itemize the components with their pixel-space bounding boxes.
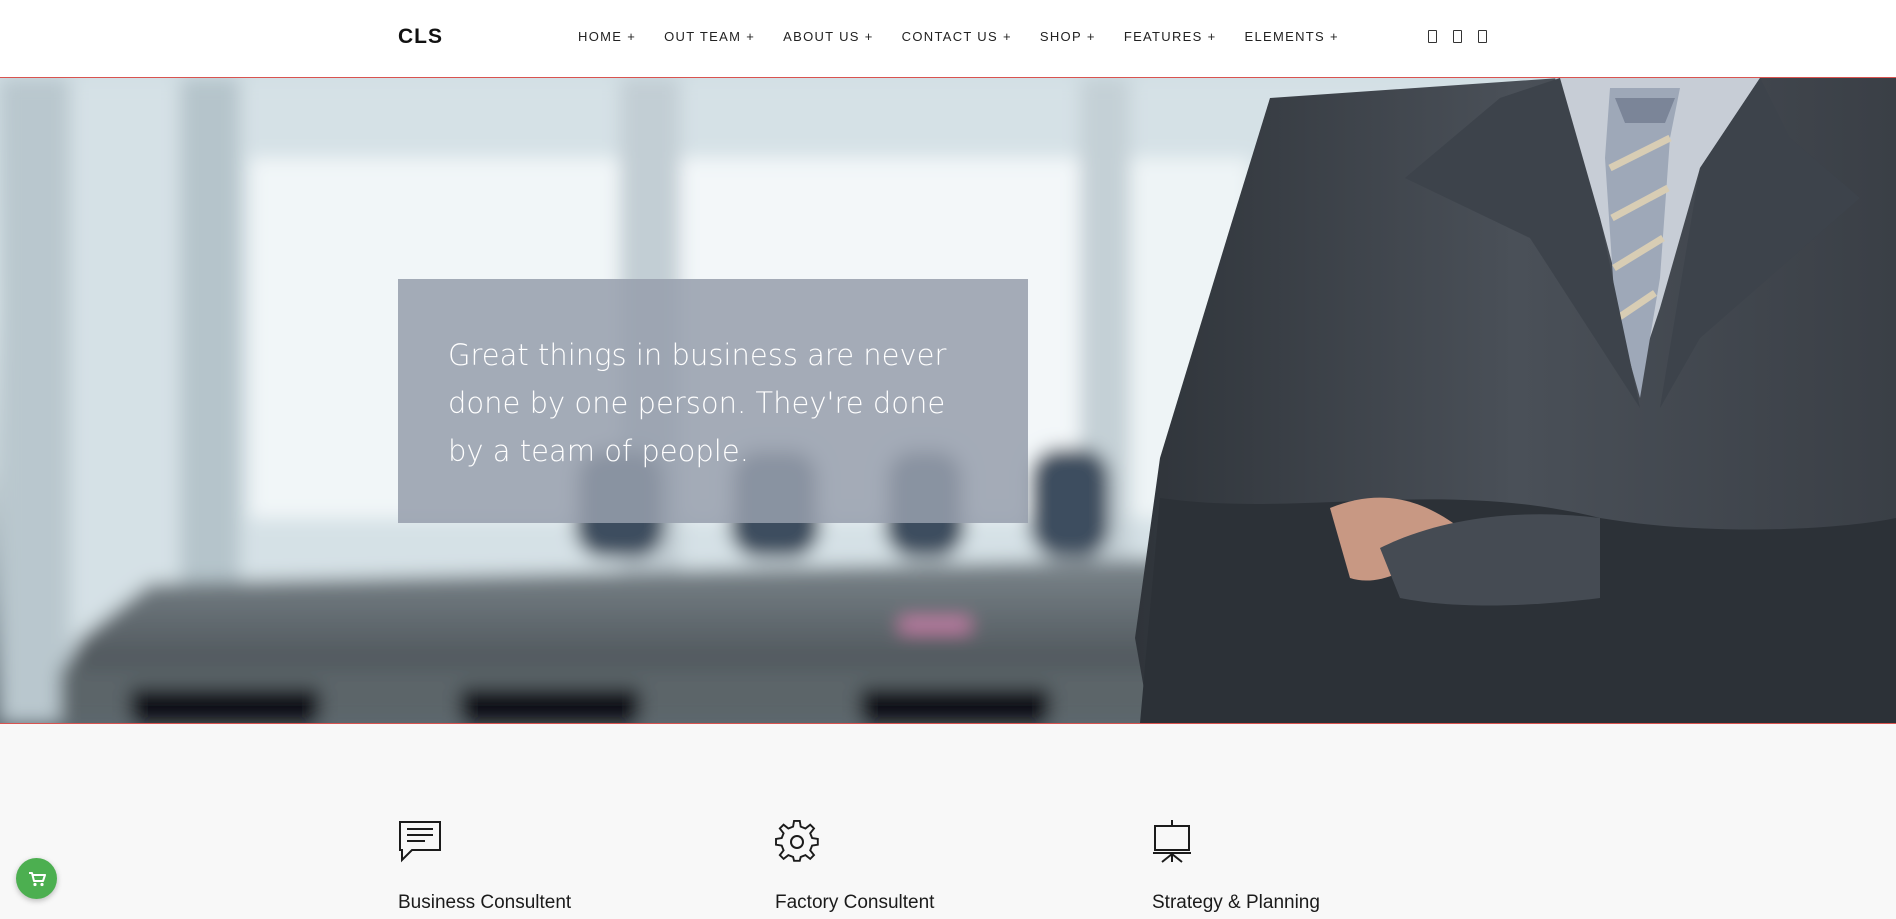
service-factory-consultent[interactable]: Factory Consultent [775,819,934,913]
nav-item-plus: + [1002,29,1012,44]
cart-icon [28,871,46,886]
nav-item-plus: + [1086,29,1096,44]
nav-item-shop[interactable]: SHOP + [1040,29,1096,44]
social-icon[interactable] [1478,30,1487,43]
nav-item-plus: + [746,29,756,44]
main-nav: HOME + OUT TEAM + ABOUT US + CONTACT US + SH… [578,29,1367,44]
service-business-consultent[interactable]: Business Consultent [398,820,571,913]
services-section: Business Consultent Factory Consultent S… [0,724,1896,919]
nav-item-home[interactable]: HOME + [578,29,636,44]
social-icon[interactable] [1453,30,1462,43]
nav-item-features[interactable]: FEATURES + [1124,29,1217,44]
nav-item-about-us[interactable]: ABOUT US + [783,29,874,44]
nav-item-plus: + [1330,29,1339,44]
nav-item-out-team[interactable]: OUT TEAM + [664,29,755,44]
nav-item-contact-us[interactable]: CONTACT US + [902,29,1012,44]
site-header: CLS HOME + OUT TEAM + ABOUT US + CONTACT US… [0,0,1896,78]
gear-icon [775,819,819,862]
chat-icon [399,821,441,863]
nav-item-plus: + [864,29,874,44]
hero-banner: Great things in business are never done … [0,78,1896,724]
nav-item-elements[interactable]: ELEMENTS + [1245,29,1339,44]
nav-item-plus: + [627,29,637,44]
service-strategy-planning[interactable]: Strategy & Planning [1152,820,1320,913]
social-icon[interactable] [1428,30,1437,43]
nav-item-label: ELEMENTS [1244,29,1325,44]
nav-item-label: FEATURES [1123,29,1203,44]
nav-item-label: OUT TEAM [664,29,742,44]
nav-item-label: SHOP [1039,29,1082,44]
presentation-board-icon [1153,820,1191,863]
site-logo[interactable]: CLS [398,25,443,49]
nav-item-label: HOME [578,29,623,44]
service-title: Strategy & Planning [1152,892,1320,913]
nav-item-label: CONTACT US [901,29,998,44]
nav-item-plus: + [1207,29,1217,44]
header-social-icons [1428,30,1487,43]
hero-quote-box: Great things in business are never done … [398,279,1028,523]
service-title: Business Consultent [398,892,572,913]
service-title: Factory Consultent [775,892,935,913]
hero-quote: Great things in business are never done … [448,338,947,468]
nav-item-label: ABOUT US [783,29,860,44]
cart-button[interactable] [16,858,57,899]
